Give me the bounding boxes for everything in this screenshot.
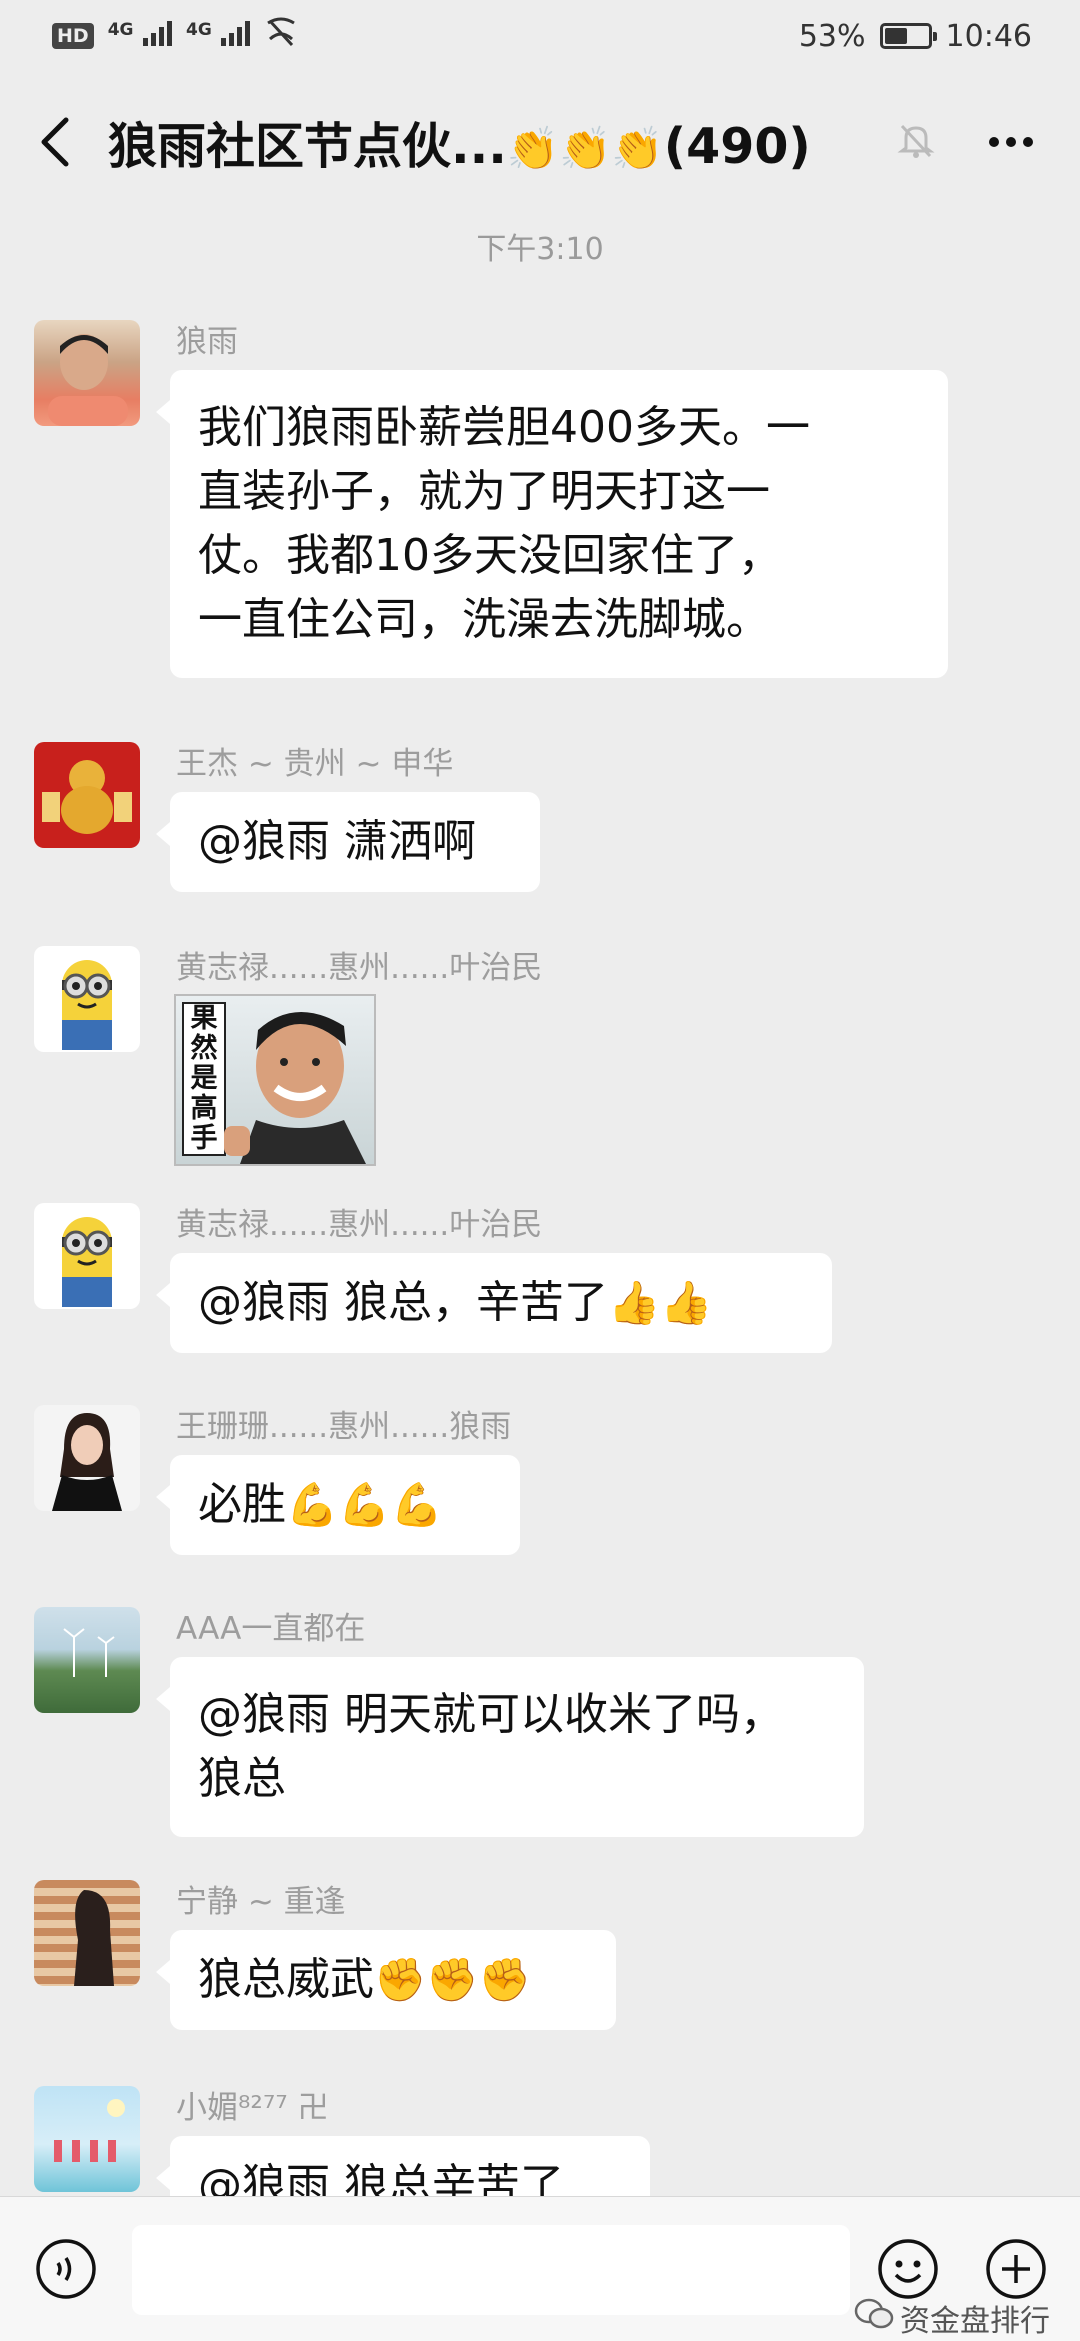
sender-name: 王杰 ~ 贵州 ~ 申华: [176, 746, 454, 782]
wechat-logo-icon: [854, 2298, 894, 2338]
back-icon[interactable]: [24, 112, 84, 172]
clap-emojis: 👏👏👏: [506, 123, 664, 173]
avatar[interactable]: [34, 1607, 140, 1713]
avatar[interactable]: [34, 742, 140, 848]
status-bar: HD 4G 4G 53% 10:46: [0, 0, 1080, 72]
avatar[interactable]: [34, 2086, 140, 2192]
message-bubble[interactable]: 狼总威武✊✊✊: [156, 1930, 616, 2030]
sender-name: 宁静 ~ 重逢: [176, 1884, 346, 1920]
chat-header: 狼雨社区节点伙...👏👏👏(490): [0, 72, 1080, 212]
mute-bell-icon: [896, 120, 936, 164]
sender-name: AAA一直都在: [176, 1611, 366, 1647]
message-bubble[interactable]: 我们狼雨卧薪尝胆400多天。一 直装孙子，就为了明天打这一 仗。我都10多天没回…: [156, 370, 948, 678]
avatar[interactable]: [34, 320, 140, 426]
fist-emojis: ✊✊✊: [374, 1955, 531, 2004]
hd-badge: HD: [52, 23, 94, 49]
sender-name: 小媚⁸²⁷⁷ 卍: [176, 2090, 329, 2126]
message-timestamp: 下午3:10: [476, 232, 604, 267]
sender-name: 王珊珊......惠州......狼雨: [176, 1409, 512, 1445]
thumbs-up-emojis: 👍👍: [608, 1278, 713, 1327]
avatar[interactable]: [34, 1203, 140, 1309]
man-face-illustration: [224, 1011, 366, 1164]
message-input[interactable]: [132, 2225, 850, 2315]
chat-title: 狼雨社区节点伙...👏👏👏(490): [108, 117, 811, 175]
avatar[interactable]: [34, 1405, 140, 1511]
signal-icon-2: 4G: [186, 19, 251, 54]
muscle-emojis: 💪💪💪: [286, 1480, 443, 1529]
message-bubble[interactable]: @狼雨 狼总，辛苦了👍👍: [156, 1253, 832, 1353]
battery-icon: [879, 23, 937, 49]
battery-percent: 53%: [798, 18, 866, 54]
member-count: (490): [663, 117, 811, 175]
signal-icon: 4G: [108, 19, 173, 54]
avatar[interactable]: [34, 1880, 140, 1986]
sticker-image[interactable]: 果 然 是 高 手: [174, 994, 376, 1166]
watermark: 资金盘排行: [854, 2296, 1050, 2340]
more-icon[interactable]: [988, 133, 1034, 152]
emoji-icon[interactable]: [876, 2237, 940, 2301]
message-bubble[interactable]: @狼雨 明天就可以收米了吗， 狼总: [156, 1657, 864, 1837]
message-bubble[interactable]: @狼雨 潇洒啊: [156, 792, 540, 892]
alarm-off-icon: [264, 17, 298, 55]
sender-name: 狼雨: [176, 324, 238, 360]
avatar[interactable]: [34, 946, 140, 1052]
message-bubble[interactable]: 必胜💪💪💪: [156, 1455, 520, 1555]
voice-icon[interactable]: [34, 2237, 98, 2301]
sender-name: 黄志禄......惠州......叶治民: [176, 950, 543, 986]
clock: 10:46: [945, 18, 1032, 54]
sender-name: 黄志禄......惠州......叶治民: [176, 1207, 543, 1243]
plus-icon[interactable]: [984, 2237, 1048, 2301]
